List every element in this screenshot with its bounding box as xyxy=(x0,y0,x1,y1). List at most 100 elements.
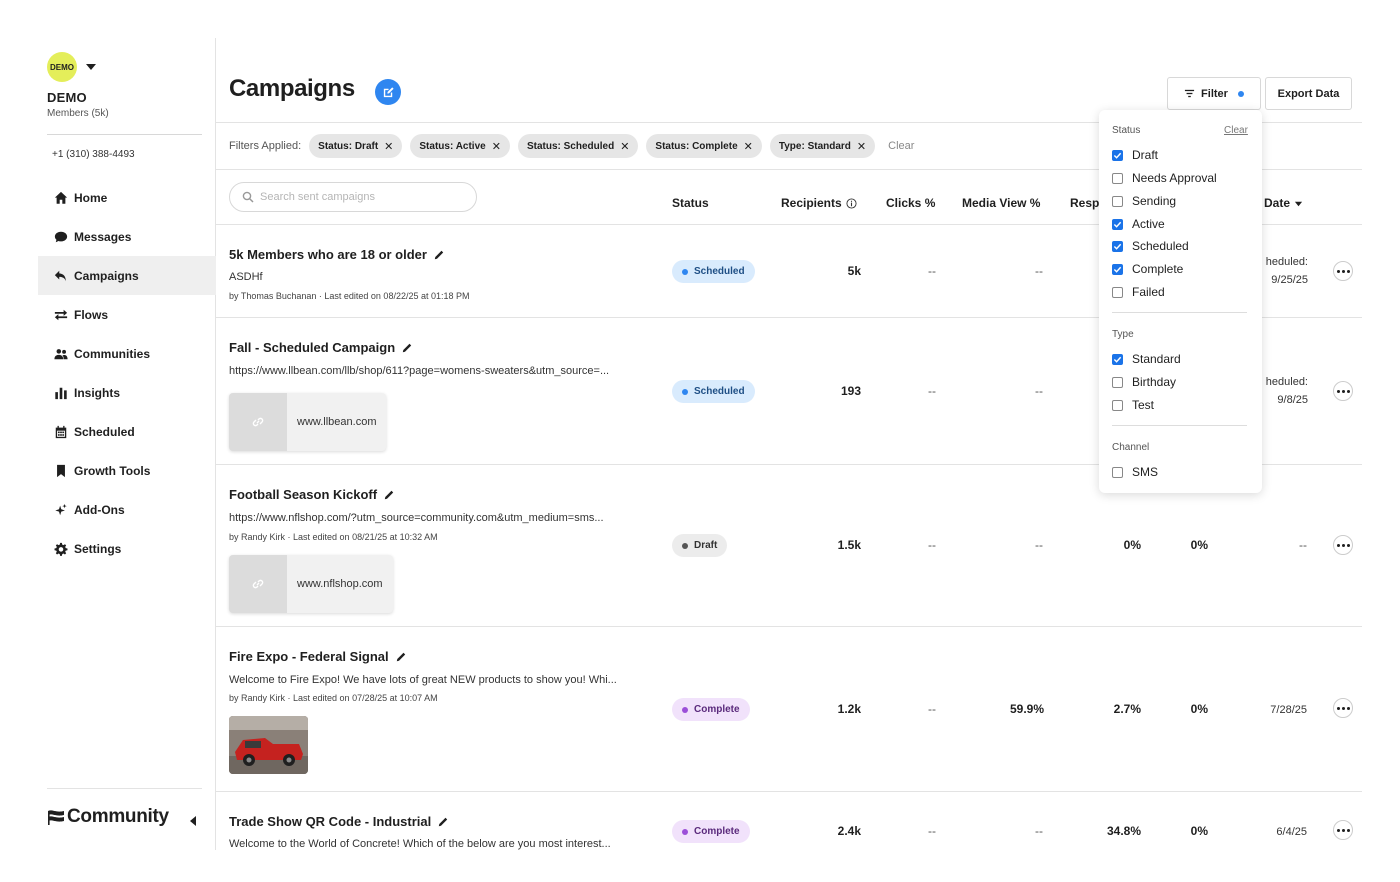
edit-icon[interactable] xyxy=(434,250,444,260)
red-truck-image xyxy=(229,716,308,774)
column-header-status[interactable]: Status xyxy=(672,196,709,210)
table-row[interactable]: Trade Show QR Code - Industrial Welcome … xyxy=(216,792,1362,850)
type-option-standard[interactable]: Standard xyxy=(1112,352,1181,366)
sidebar-item-flows[interactable]: Flows xyxy=(38,295,216,334)
gear-icon xyxy=(53,541,68,556)
sidebar-footer-divider xyxy=(47,788,202,789)
channel-option-sms[interactable]: SMS xyxy=(1112,465,1158,479)
remove-chip-icon[interactable]: ✕ xyxy=(857,140,866,153)
edit-icon[interactable] xyxy=(402,343,412,353)
checkbox-checked[interactable] xyxy=(1112,218,1123,230)
remove-chip-icon[interactable]: ✕ xyxy=(384,140,393,153)
checkbox-checked[interactable] xyxy=(1112,353,1123,365)
org-avatar[interactable]: DEMO xyxy=(47,52,77,82)
remove-chip-icon[interactable]: ✕ xyxy=(492,140,501,153)
campaign-image-thumbnail[interactable] xyxy=(229,716,308,774)
sidebar-item-communities[interactable]: Communities xyxy=(38,334,216,373)
clear-filters-link[interactable]: Clear xyxy=(888,140,914,152)
checkbox[interactable] xyxy=(1112,195,1123,207)
sidebar-item-home[interactable]: Home xyxy=(38,178,216,217)
column-header-label: Date xyxy=(1264,196,1291,210)
campaign-description: https://www.llbean.com/llb/shop/611?page… xyxy=(229,365,610,377)
brand-logo: Community xyxy=(47,806,169,828)
remove-chip-icon[interactable]: ✕ xyxy=(744,140,753,153)
campaign-title-text: Football Season Kickoff xyxy=(229,487,378,502)
sidebar-item-growth-tools[interactable]: Growth Tools xyxy=(38,451,216,490)
info-icon[interactable] xyxy=(846,197,857,209)
sidebar-divider xyxy=(47,134,202,135)
checkbox[interactable] xyxy=(1112,172,1123,184)
sidebar-item-scheduled[interactable]: Scheduled xyxy=(38,412,216,451)
sidebar-item-insights[interactable]: Insights xyxy=(38,373,216,412)
remove-chip-icon[interactable]: ✕ xyxy=(620,140,629,153)
dropdown-divider xyxy=(1112,425,1247,426)
table-row[interactable]: Fire Expo - Federal Signal Welcome to Fi… xyxy=(216,627,1362,792)
status-badge: Scheduled xyxy=(672,380,755,403)
checkbox[interactable] xyxy=(1112,399,1123,411)
option-label: Birthday xyxy=(1132,375,1177,389)
checkbox[interactable] xyxy=(1112,466,1123,478)
sidebar-item-label: Campaigns xyxy=(74,268,139,283)
checkbox-checked[interactable] xyxy=(1112,149,1123,161)
dropdown-clear-link[interactable]: Clear xyxy=(1224,125,1248,136)
sidebar: DEMO DEMO Members (5k) +1 (310) 388-4493… xyxy=(38,38,216,850)
edit-icon[interactable] xyxy=(396,652,406,662)
status-option-sending[interactable]: Sending xyxy=(1112,194,1176,208)
status-badge: Draft xyxy=(672,534,728,557)
response-value: 34.8% xyxy=(1106,824,1141,838)
status-option-failed[interactable]: Failed xyxy=(1112,285,1165,299)
sidebar-item-add-ons[interactable]: Add-Ons xyxy=(38,490,216,529)
link-icon xyxy=(252,579,264,589)
column-header-responses[interactable]: Resp xyxy=(1070,196,1099,210)
sidebar-item-settings[interactable]: Settings xyxy=(38,529,216,568)
sidebar-item-messages[interactable]: Messages xyxy=(38,217,216,256)
sidebar-item-campaigns[interactable]: Campaigns xyxy=(38,256,216,295)
checkbox-checked[interactable] xyxy=(1112,263,1123,275)
filter-icon xyxy=(1184,89,1195,98)
collapse-sidebar-icon[interactable] xyxy=(190,816,196,826)
edit-icon[interactable] xyxy=(384,490,394,500)
column-header-media-view[interactable]: Media View % xyxy=(962,196,1040,210)
new-campaign-button[interactable] xyxy=(375,79,401,105)
sidebar-item-label: Communities xyxy=(74,346,151,361)
more-options-button[interactable] xyxy=(1333,820,1353,840)
more-options-button[interactable] xyxy=(1333,698,1353,718)
status-option-complete[interactable]: Complete xyxy=(1112,262,1183,276)
column-header-clicks[interactable]: Clicks % xyxy=(886,196,935,210)
type-option-birthday[interactable]: Birthday xyxy=(1112,375,1176,389)
status-option-scheduled[interactable]: Scheduled xyxy=(1112,239,1189,253)
campaign-title[interactable]: 5k Members who are 18 or older xyxy=(229,247,444,262)
checkbox[interactable] xyxy=(1112,376,1123,388)
status-option-needs-approval[interactable]: Needs Approval xyxy=(1112,171,1217,185)
edit-icon[interactable] xyxy=(438,817,448,827)
bar-chart-icon xyxy=(53,385,68,400)
more-options-button[interactable] xyxy=(1333,261,1353,281)
communities-icon xyxy=(53,346,68,361)
org-switcher-caret-icon[interactable] xyxy=(86,64,96,70)
campaign-meta: by Thomas Buchanan · Last edited on 08/2… xyxy=(229,291,470,301)
filter-chip-label: Status: Complete xyxy=(655,140,738,152)
more-options-button[interactable] xyxy=(1333,535,1353,555)
more-options-button[interactable] xyxy=(1333,381,1353,401)
sidebar-item-label: Messages xyxy=(74,229,132,244)
link-preview-card[interactable]: www.llbean.com xyxy=(229,393,387,451)
checkbox-checked[interactable] xyxy=(1112,240,1123,252)
export-data-button[interactable]: Export Data xyxy=(1265,77,1352,110)
brand-name: Community xyxy=(67,806,169,827)
checkbox[interactable] xyxy=(1112,286,1123,298)
column-header-date[interactable]: Date xyxy=(1264,196,1303,210)
campaign-title[interactable]: Trade Show QR Code - Industrial xyxy=(229,814,448,829)
sidebar-item-label: Home xyxy=(74,190,108,205)
link-preview-card[interactable]: www.nflshop.com xyxy=(229,555,393,613)
campaign-title[interactable]: Fire Expo - Federal Signal xyxy=(229,649,406,664)
column-header-recipients[interactable]: Recipients xyxy=(781,196,857,210)
search-input[interactable] xyxy=(260,191,460,203)
search-box[interactable] xyxy=(229,182,477,212)
type-option-test[interactable]: Test xyxy=(1112,398,1154,412)
filter-button[interactable]: Filter xyxy=(1167,77,1261,110)
status-option-draft[interactable]: Draft xyxy=(1112,148,1158,162)
status-option-active[interactable]: Active xyxy=(1112,217,1165,231)
compose-icon xyxy=(383,86,394,97)
campaign-title[interactable]: Football Season Kickoff xyxy=(229,487,394,502)
campaign-title[interactable]: Fall - Scheduled Campaign xyxy=(229,340,412,355)
